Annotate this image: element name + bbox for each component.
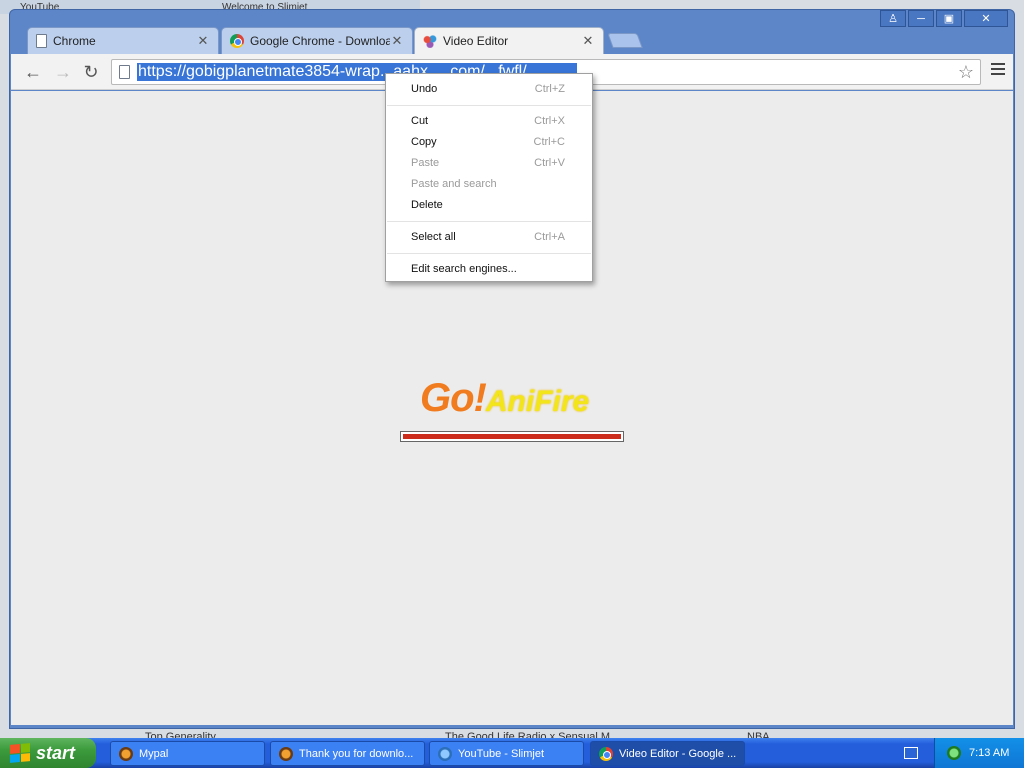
taskbar-button-label: YouTube - Slimjet — [458, 747, 545, 760]
menu-item-paste-and-search: Paste and search — [386, 174, 592, 195]
firefox-icon — [279, 746, 293, 761]
page-icon — [119, 65, 130, 79]
system-tray: 7:13 AM — [934, 738, 1024, 768]
menu-item-label: Edit search engines... — [411, 263, 517, 275]
menu-item-label: Copy — [411, 136, 437, 148]
taskbar-button-label: Thank you for downlo... — [299, 747, 414, 760]
minimize-icon[interactable]: ─ — [908, 10, 934, 27]
logo-go-text: Go! — [420, 376, 487, 420]
menu-item-label: Undo — [411, 83, 438, 95]
menu-item-shortcut: Ctrl+A — [534, 231, 565, 243]
menu-separator — [387, 253, 591, 254]
star-icon[interactable]: ☆ — [958, 62, 974, 83]
network-icon[interactable] — [947, 746, 961, 760]
tab-title: Google Chrome - Download the — [250, 34, 390, 48]
taskbar-button-thank-you[interactable]: Thank you for downlo... — [270, 741, 425, 766]
taskbar-button-video-editor[interactable]: Video Editor - Google ... — [590, 741, 745, 766]
menu-separator — [387, 221, 591, 222]
taskbar-button-youtube-slimjet[interactable]: YouTube - Slimjet — [429, 741, 584, 766]
context-menu: Undo Ctrl+Z Cut Ctrl+X Copy Ctrl+C Paste Ctrl+V… — [385, 73, 593, 282]
menu-separator — [387, 105, 591, 106]
close-icon[interactable]: ✕ — [390, 33, 404, 49]
clock: 7:13 AM — [969, 747, 1010, 759]
keyboard-icon[interactable] — [904, 747, 918, 759]
menu-item-cut[interactable]: Cut Ctrl+X — [386, 111, 592, 132]
menu-item-shortcut: Ctrl+V — [534, 157, 565, 169]
page-icon — [36, 34, 47, 48]
maximize-icon[interactable]: ▣ — [936, 10, 962, 27]
tab-title: Chrome — [53, 34, 96, 48]
menu-item-shortcut: Ctrl+Z — [534, 83, 565, 95]
new-tab-button[interactable] — [607, 33, 643, 48]
menu-item-label: Cut — [411, 115, 429, 127]
loading-progress-bar — [400, 431, 624, 442]
user-icon[interactable]: ♙ — [880, 10, 906, 27]
taskbar-button-mypal[interactable]: Mypal — [110, 741, 265, 766]
menu-item-undo[interactable]: Undo Ctrl+Z — [386, 79, 592, 100]
reload-icon[interactable]: ↻ — [79, 61, 103, 83]
windows-logo-icon — [10, 743, 30, 763]
loading-progress-fill — [403, 434, 621, 439]
chrome-window: Chrome ✕ Google Chrome - Download the ✕ … — [9, 9, 1015, 729]
mypal-icon — [119, 746, 133, 761]
close-icon[interactable]: ✕ — [964, 10, 1008, 27]
close-icon[interactable]: ✕ — [196, 33, 210, 49]
menu-item-shortcut: Ctrl+C — [533, 136, 565, 148]
taskbar: start Mypal Thank you for downlo... YouT… — [0, 738, 1024, 768]
tab-strip: Chrome ✕ Google Chrome - Download the ✕ … — [10, 10, 1014, 54]
start-label: start — [36, 742, 76, 763]
window-controls: ♙ ─ ▣ ✕ — [880, 10, 1008, 27]
start-button[interactable]: start — [0, 738, 96, 768]
menu-item-shortcut: Ctrl+X — [534, 115, 565, 127]
tab-video-editor[interactable]: Video Editor ✕ — [414, 27, 604, 54]
taskbar-button-label: Video Editor - Google ... — [619, 747, 737, 760]
chrome-logo-icon — [230, 34, 244, 48]
menu-item-select-all[interactable]: Select all Ctrl+A — [386, 227, 592, 248]
tab-chrome[interactable]: Chrome ✕ — [27, 27, 219, 54]
forward-arrow-icon[interactable]: → — [51, 61, 75, 83]
logo-anifire-text: AniFire — [485, 385, 590, 418]
menu-item-label: Delete — [411, 199, 443, 211]
menu-item-copy[interactable]: Copy Ctrl+C — [386, 132, 592, 153]
taskbar-button-label: Mypal — [139, 747, 169, 760]
menu-item-delete[interactable]: Delete — [386, 195, 592, 216]
goanifire-logo: Go!AniFire — [420, 376, 589, 421]
menu-item-label: Paste and search — [411, 178, 497, 190]
slimjet-icon — [438, 746, 452, 761]
menu-item-label: Select all — [411, 231, 456, 243]
tab-google-chrome-download[interactable]: Google Chrome - Download the ✕ — [221, 27, 413, 54]
back-arrow-icon[interactable]: ← — [21, 61, 45, 83]
menu-item-label: Paste — [411, 157, 440, 169]
menu-item-edit-search-engines[interactable]: Edit search engines... — [386, 259, 592, 280]
chrome-logo-icon — [599, 746, 613, 761]
video-editor-icon — [423, 34, 437, 48]
tab-title: Video Editor — [443, 34, 509, 48]
hamburger-menu-icon[interactable] — [991, 63, 1005, 75]
close-icon[interactable]: ✕ — [581, 33, 595, 49]
menu-item-paste: Paste Ctrl+V — [386, 153, 592, 174]
